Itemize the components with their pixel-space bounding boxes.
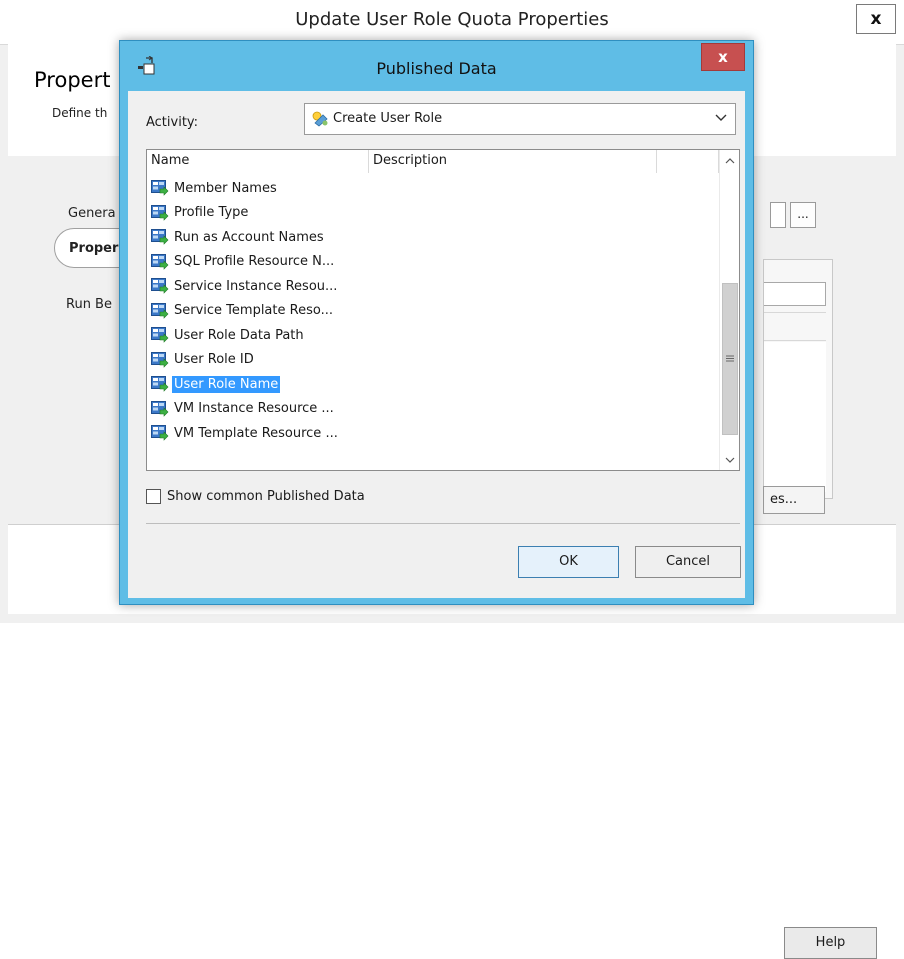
scroll-up-arrow[interactable] xyxy=(720,150,739,170)
list-rows: Member Names Profile Type Run as Account N… xyxy=(151,176,717,446)
list-item-label: Profile Type xyxy=(174,205,249,221)
list-header: Name Description xyxy=(147,150,719,174)
chevron-up-icon xyxy=(725,157,735,163)
published-data-item-icon xyxy=(151,351,169,368)
parent-close-button[interactable]: x xyxy=(856,4,896,34)
parent-titlebar: Update User Role Quota Properties x xyxy=(0,0,904,45)
list-item-label: Run as Account Names xyxy=(174,229,324,245)
chevron-down-icon xyxy=(725,457,735,463)
show-common-label: Show common Published Data xyxy=(167,489,365,504)
list-item[interactable]: VM Instance Resource ... xyxy=(151,397,717,422)
parent-panel-field[interactable] xyxy=(764,282,826,306)
published-data-dialog: Published Data x Activity: Create User R… xyxy=(119,40,754,605)
list-item[interactable]: Service Template Reso... xyxy=(151,299,717,324)
list-item-label: SQL Profile Resource N... xyxy=(174,254,335,270)
divider xyxy=(146,523,740,524)
parent-panel-list xyxy=(764,342,826,492)
help-button[interactable]: Help xyxy=(784,927,877,959)
cancel-button[interactable]: Cancel xyxy=(635,546,741,578)
scroll-thumb[interactable] xyxy=(722,283,738,435)
published-data-item-icon xyxy=(151,253,169,270)
dialog-body: Activity: Create User Role Name Descript… xyxy=(128,91,745,598)
parent-window-title: Update User Role Quota Properties xyxy=(295,9,609,30)
list-item[interactable]: Profile Type xyxy=(151,201,717,226)
column-header-filler xyxy=(657,150,719,173)
activity-dropdown[interactable]: Create User Role xyxy=(304,103,736,135)
vertical-scrollbar[interactable] xyxy=(719,150,739,470)
parent-properties-button[interactable]: es... xyxy=(763,486,825,514)
column-header-name[interactable]: Name xyxy=(147,150,369,173)
list-item[interactable]: User Role Data Path xyxy=(151,323,717,348)
published-data-item-icon xyxy=(151,302,169,319)
show-common-checkbox[interactable]: Show common Published Data xyxy=(146,489,365,504)
list-item-label: User Role Data Path xyxy=(174,327,304,343)
chevron-down-icon xyxy=(715,114,727,121)
dialog-close-button[interactable]: x xyxy=(701,43,745,71)
list-item[interactable]: Run as Account Names xyxy=(151,225,717,250)
list-item-label: Service Instance Resou... xyxy=(174,278,338,294)
runbook-activity-icon xyxy=(312,111,328,127)
published-data-item-icon xyxy=(151,278,169,294)
dialog-title: Published Data xyxy=(376,59,497,78)
scroll-down-arrow[interactable] xyxy=(720,450,739,470)
parent-properties-panel xyxy=(763,259,833,499)
nav-general[interactable]: Genera xyxy=(68,206,116,221)
published-data-item-icon xyxy=(151,376,169,392)
published-data-item-icon xyxy=(151,204,169,221)
published-data-item-icon xyxy=(151,229,169,245)
activity-selected-value: Create User Role xyxy=(333,111,443,126)
list-item-label: User Role Name xyxy=(172,375,281,393)
divider xyxy=(764,312,826,313)
checkbox-box[interactable] xyxy=(146,489,161,504)
parent-page-heading: Propert xyxy=(34,68,111,92)
published-data-item-icon xyxy=(151,180,169,196)
browse-ellipsis-button[interactable]: ... xyxy=(790,202,816,228)
list-item-label: Service Template Reso... xyxy=(174,303,333,319)
ok-button[interactable]: OK xyxy=(518,546,619,578)
parent-text-field[interactable] xyxy=(770,202,786,228)
column-header-description[interactable]: Description xyxy=(369,150,657,173)
parent-page-subheading: Define th xyxy=(52,106,108,120)
activity-label: Activity: xyxy=(146,115,199,130)
published-data-item-icon xyxy=(151,400,169,417)
published-data-list[interactable]: Name Description Member Names Profile Typ… xyxy=(146,149,740,471)
list-item-label: VM Template Resource ... xyxy=(174,425,338,441)
nav-run-behavior[interactable]: Run Be xyxy=(66,297,112,312)
published-data-item-icon xyxy=(151,327,169,343)
list-item[interactable]: User Role Name xyxy=(151,372,717,397)
list-item[interactable]: Member Names xyxy=(151,176,717,201)
published-data-item-icon xyxy=(151,425,169,441)
list-item[interactable]: VM Template Resource ... xyxy=(151,421,717,446)
list-item-label: VM Instance Resource ... xyxy=(174,401,334,417)
list-item[interactable]: User Role ID xyxy=(151,348,717,373)
grip-icon xyxy=(726,355,734,362)
dialog-titlebar[interactable]: Published Data x xyxy=(120,41,753,91)
list-item[interactable]: Service Instance Resou... xyxy=(151,274,717,299)
list-item[interactable]: SQL Profile Resource N... xyxy=(151,250,717,275)
list-item-label: Member Names xyxy=(174,180,277,196)
divider xyxy=(764,340,826,341)
list-item-label: User Role ID xyxy=(174,352,254,368)
